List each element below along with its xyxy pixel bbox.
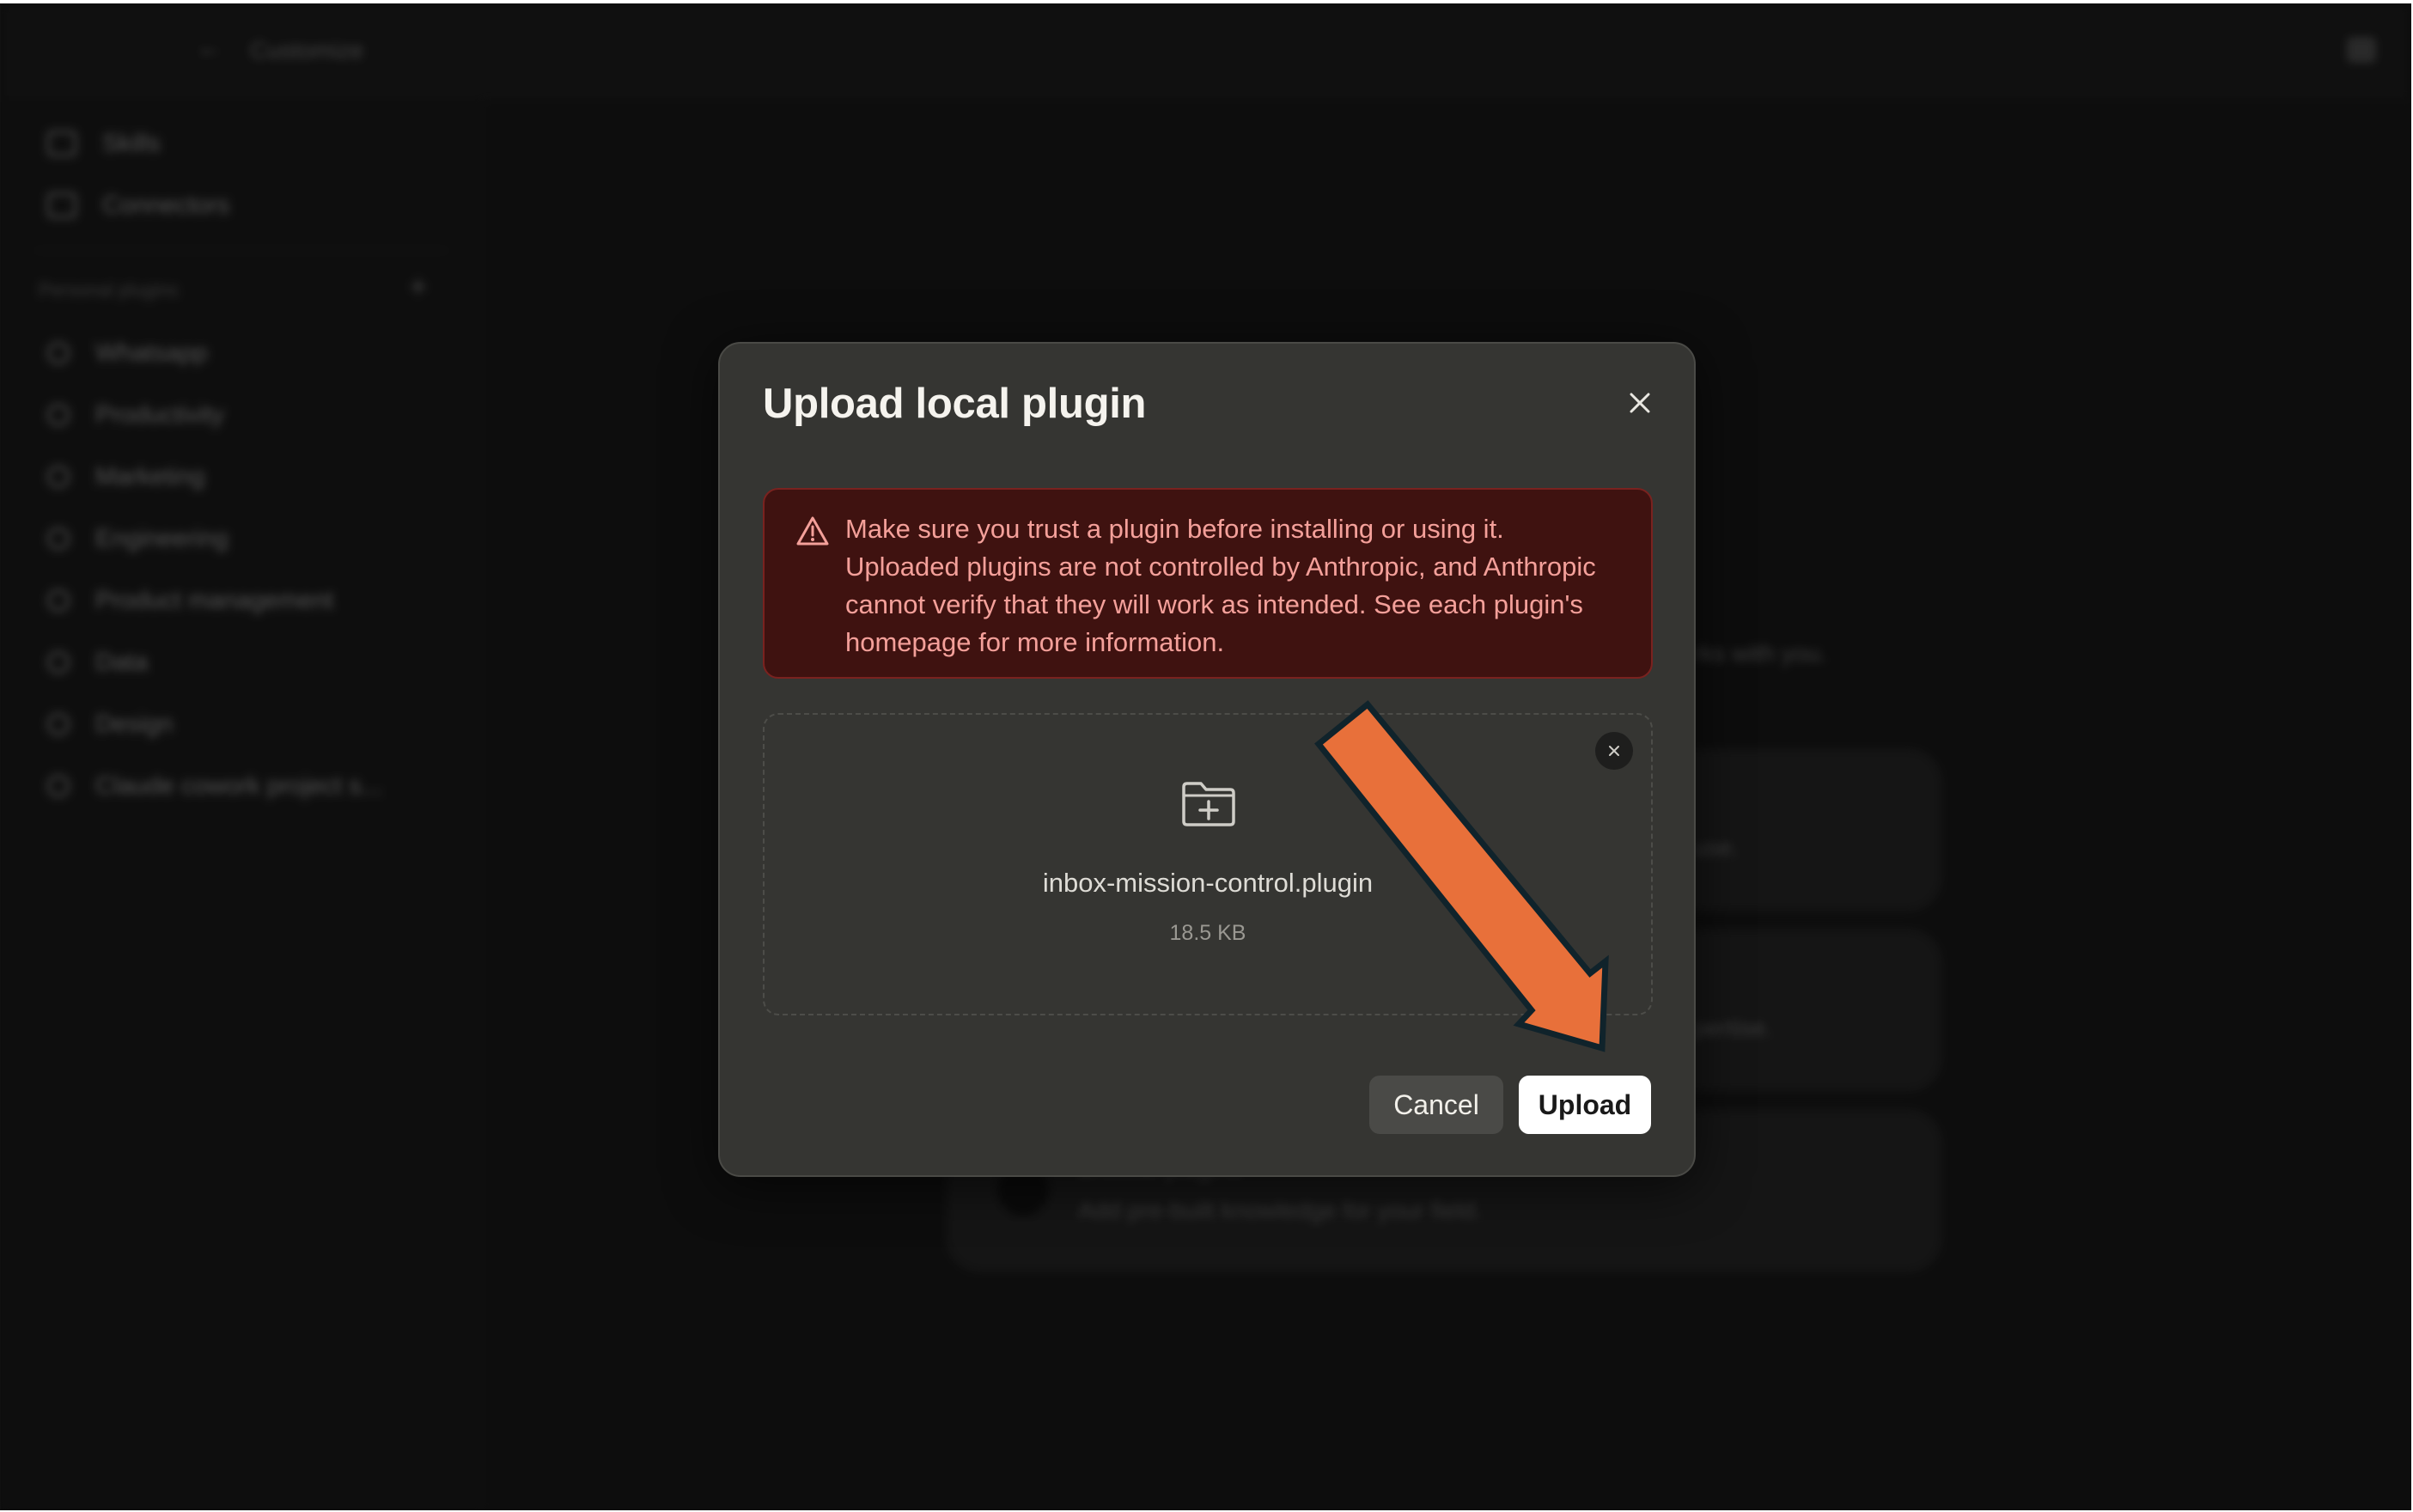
folder-plus-icon	[1182, 782, 1235, 826]
warning-text: Make sure you trust a plugin before inst…	[845, 514, 1596, 657]
app-window: ← Customize Skills Connectors Personal p…	[0, 3, 2411, 1510]
file-name: inbox-mission-control.plugin	[1042, 868, 1374, 898]
close-icon	[1630, 393, 1650, 413]
close-button[interactable]	[1618, 381, 1661, 424]
warning-triangle-icon	[796, 516, 829, 546]
dialog-title: Upload local plugin	[763, 381, 1147, 427]
remove-file-button[interactable]	[1595, 732, 1633, 770]
warning-banner: Make sure you trust a plugin before inst…	[763, 488, 1653, 679]
file-size: 18.5 KB	[1169, 921, 1246, 945]
remove-file-icon	[1609, 746, 1619, 756]
cancel-button[interactable]: Cancel	[1369, 1076, 1503, 1134]
upload-button[interactable]: Upload	[1519, 1076, 1651, 1134]
upload-plugin-dialog: Upload local plugin Make sure you trust …	[718, 342, 1696, 1177]
file-drop-zone[interactable]: inbox-mission-control.plugin 18.5 KB	[763, 713, 1653, 1015]
